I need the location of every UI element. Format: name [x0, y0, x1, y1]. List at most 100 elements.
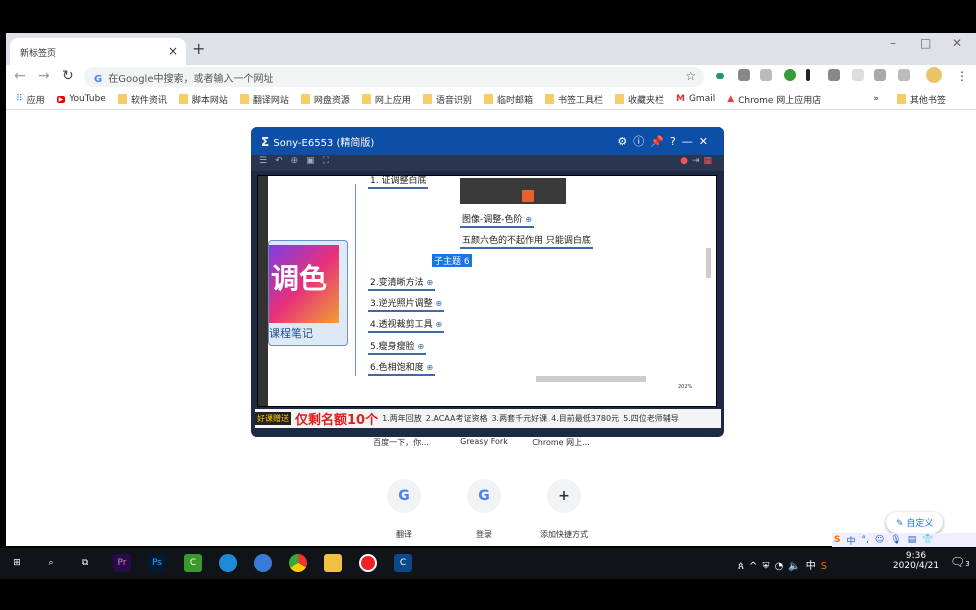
photoshop-icon[interactable]: Ps	[148, 554, 166, 572]
file-explorer-icon[interactable]	[324, 554, 342, 572]
tab-new-tab[interactable]: 新标签页 ×	[10, 38, 186, 65]
mindmap-node[interactable]: 6.色相饱和度 ⊕	[368, 360, 436, 376]
menu-icon[interactable]: ⋮	[956, 69, 968, 83]
extension-icon[interactable]	[738, 69, 750, 81]
ad-banner[interactable]: 好课赠送 仅剩名额10个 1.两年回放 2.ACAA考证资格 3.两套千元好课 …	[255, 409, 721, 428]
bookmark-apps[interactable]: ⠿ 应用	[16, 93, 45, 106]
extension-icon[interactable]	[852, 69, 864, 81]
minimize-icon[interactable]: —	[682, 135, 699, 148]
grid-icon[interactable]: ▦	[703, 156, 716, 166]
mindmap-node[interactable]: 2.变清晰方法 ⊕	[368, 275, 436, 291]
bookmark-folder[interactable]: 翻译网站	[239, 93, 289, 106]
rotate-icon[interactable]: ↶	[275, 156, 291, 166]
start-windows-icon[interactable]: ⊞	[8, 554, 26, 572]
volume-icon[interactable]: 🔈	[788, 561, 805, 572]
maximize-icon[interactable]: □	[920, 36, 931, 50]
minimize-icon[interactable]: –	[890, 36, 896, 50]
fullscreen-icon[interactable]: ⛶	[323, 156, 337, 166]
new-tab-button[interactable]: +	[192, 39, 205, 58]
selected-node[interactable]: 子主题 6	[432, 254, 472, 267]
info-icon[interactable]: ⓘ	[633, 135, 650, 148]
extension-icon[interactable]	[898, 69, 910, 81]
shortcut-login[interactable]: G	[467, 479, 501, 513]
zoom-icon[interactable]: ⊕	[291, 156, 307, 166]
shortcut-label[interactable]: Chrome 网上...	[516, 437, 606, 448]
reload-icon[interactable]: ↻	[62, 68, 74, 84]
extension-icon[interactable]	[760, 69, 772, 81]
mindmap-node[interactable]: 5.瘦身瘦脸 ⊕	[368, 339, 427, 355]
sogou-ime-bar[interactable]: S 中 °, ☺ 🎙 ▤ 👕	[832, 533, 976, 547]
mirror-app-icon[interactable]: C	[394, 554, 412, 572]
shortcut-label[interactable]: 百度一下，你...	[356, 437, 446, 448]
star-icon[interactable]: ☆	[685, 69, 696, 83]
pin-icon[interactable]: 📌	[650, 135, 670, 148]
app-icon[interactable]	[254, 554, 272, 572]
camtasia-icon[interactable]: C	[184, 554, 202, 572]
expand-icon[interactable]: ⊕	[426, 363, 433, 372]
ime-indicator[interactable]: 中	[806, 561, 821, 572]
mindmap-canvas[interactable]: 调色 课程笔记 1. 证调整白底 图像-调整-色阶 ⊕ 五颜六色的不起作用 只能…	[257, 175, 717, 407]
people-icon[interactable]: ጰ	[738, 561, 749, 572]
chrome-icon[interactable]	[289, 554, 307, 572]
bookmark-webstore[interactable]: ▲ Chrome 网上应用店	[727, 93, 821, 106]
bookmark-folder[interactable]: 书签工具栏	[544, 93, 603, 106]
extension-icon[interactable]	[828, 69, 840, 81]
other-bookmarks[interactable]: 其他书签	[896, 93, 946, 106]
close-icon[interactable]: ✕	[699, 135, 714, 148]
add-shortcut-button[interactable]: +	[547, 479, 581, 513]
extension-icon[interactable]	[784, 69, 796, 81]
bookmark-folder[interactable]: 软件资讯	[117, 93, 167, 106]
mindmap-node[interactable]: 3.逆光照片调整 ⊕	[368, 296, 445, 312]
bookmark-folder[interactable]: 网上应用	[361, 93, 411, 106]
profile-avatar[interactable]	[926, 67, 942, 83]
settings-icon[interactable]: ⚙	[617, 135, 633, 148]
clock[interactable]: 9:36 2020/4/21	[888, 551, 944, 571]
expand-icon[interactable]: ⊕	[435, 299, 442, 308]
security-icon[interactable]: ⛨	[762, 561, 774, 572]
sogou-icon[interactable]: S	[821, 561, 832, 572]
list-icon[interactable]: ☰	[259, 156, 275, 166]
expand-icon[interactable]: ⊕	[417, 342, 424, 351]
recorder-icon[interactable]	[359, 554, 377, 572]
mindmap-node[interactable]: 图像-调整-色阶 ⊕	[460, 212, 535, 228]
expand-icon[interactable]: ⊕	[525, 215, 532, 224]
horizontal-scrollbar[interactable]	[536, 376, 646, 382]
expand-icon[interactable]: ⊕	[435, 320, 442, 329]
omnibox[interactable]: G 在Google中搜索，或者输入一个网址 ☆	[84, 67, 704, 87]
more-bookmarks-button[interactable]: »	[873, 94, 879, 104]
close-window-icon[interactable]: ✕	[952, 36, 962, 50]
bookmark-folder[interactable]: 脚本网站	[178, 93, 228, 106]
system-tray[interactable]: ጰ^⛨◔🔈中S	[738, 557, 832, 572]
premiere-icon[interactable]: Pr	[113, 554, 131, 572]
customize-button[interactable]: ✎ 自定义	[886, 512, 944, 533]
edge-icon[interactable]	[219, 554, 237, 572]
back-icon[interactable]: ←	[14, 68, 26, 84]
bookmark-folder[interactable]: 网盘资源	[300, 93, 350, 106]
forward-icon[interactable]: →	[38, 68, 50, 84]
bookmark-folder[interactable]: 语音识别	[422, 93, 472, 106]
vertical-scrollbar[interactable]	[706, 248, 711, 278]
bookmark-youtube[interactable]: ▶ YouTube	[56, 94, 106, 104]
extension-icon[interactable]	[716, 73, 724, 79]
close-tab-icon[interactable]: ×	[168, 44, 178, 58]
task-view-icon[interactable]: ⧉	[76, 554, 94, 572]
chevron-up-icon[interactable]: ^	[749, 561, 762, 572]
extension-icon[interactable]	[806, 69, 810, 81]
extension-icon[interactable]	[874, 69, 886, 81]
shortcut-translate[interactable]: G	[387, 479, 421, 513]
bookmark-folder[interactable]: 收藏夹栏	[614, 93, 664, 106]
mindmap-node[interactable]: 1. 证调整白底	[368, 173, 429, 189]
notifications-icon[interactable]: 🗨3	[950, 555, 970, 569]
network-icon[interactable]: ◔	[775, 561, 789, 572]
central-topic[interactable]: 调色 课程笔记	[268, 240, 348, 346]
mindmap-node[interactable]: 4.透视裁剪工具 ⊕	[368, 317, 445, 333]
search-icon[interactable]: ⌕	[42, 554, 60, 572]
screenshot-icon[interactable]: ▣	[306, 156, 323, 166]
bookmark-gmail[interactable]: M Gmail	[676, 94, 715, 104]
expand-icon[interactable]: ⊕	[426, 278, 433, 287]
bookmark-folder[interactable]: 临时邮箱	[483, 93, 533, 106]
help-icon[interactable]: ?	[670, 135, 682, 148]
record-icon[interactable]: ●	[680, 156, 692, 166]
mindmap-node[interactable]: 五颜六色的不起作用 只能调白底	[460, 233, 593, 249]
export-icon[interactable]: ⇥	[692, 156, 704, 166]
